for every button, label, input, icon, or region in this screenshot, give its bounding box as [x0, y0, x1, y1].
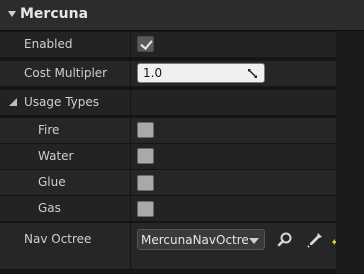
property-row-water: Water [0, 144, 336, 169]
property-label-fire: Fire [38, 123, 60, 137]
nav-octree-combo[interactable]: MercunaNavOctree [137, 229, 265, 250]
collapse-arrow-icon[interactable] [8, 11, 16, 17]
property-label-nav-octree: Nav Octree [24, 232, 92, 246]
panel-gutter [336, 31, 364, 274]
glue-checkbox[interactable] [137, 175, 154, 191]
property-label-water: Water [38, 149, 74, 163]
gas-checkbox[interactable] [137, 201, 154, 217]
details-panel: Mercuna Enabled Cost Multipler 1.0 Usage… [0, 0, 364, 274]
eyedropper-icon[interactable] [306, 231, 324, 249]
property-row-fire: Fire [0, 118, 336, 143]
spin-arrows-icon[interactable] [247, 68, 258, 79]
chevron-down-icon [249, 238, 259, 244]
magnifier-icon[interactable] [276, 231, 294, 249]
property-label-enabled: Enabled [24, 37, 73, 51]
cost-multiplier-field[interactable]: 1.0 [137, 63, 265, 83]
enabled-checkbox[interactable] [137, 36, 154, 52]
property-row-usage-types[interactable]: Usage Types [0, 90, 336, 115]
property-label-gas: Gas [38, 201, 61, 215]
property-label-cost-multiplier: Cost Multipler [24, 66, 108, 80]
column-splitter[interactable] [130, 31, 131, 271]
category-title: Mercuna [20, 6, 89, 22]
category-header[interactable]: Mercuna [0, 0, 364, 31]
property-row-enabled: Enabled [0, 32, 336, 57]
property-label-usage-types: Usage Types [24, 95, 100, 109]
nav-octree-value: MercunaNavOctree [141, 233, 248, 247]
property-row-glue: Glue [0, 170, 336, 195]
water-checkbox[interactable] [137, 148, 154, 164]
property-row-gas: Gas [0, 196, 336, 221]
fire-checkbox[interactable] [137, 122, 154, 138]
property-label-glue: Glue [38, 175, 66, 189]
cost-multiplier-value: 1.0 [143, 66, 163, 80]
expanded-arrow-icon[interactable] [9, 98, 17, 106]
